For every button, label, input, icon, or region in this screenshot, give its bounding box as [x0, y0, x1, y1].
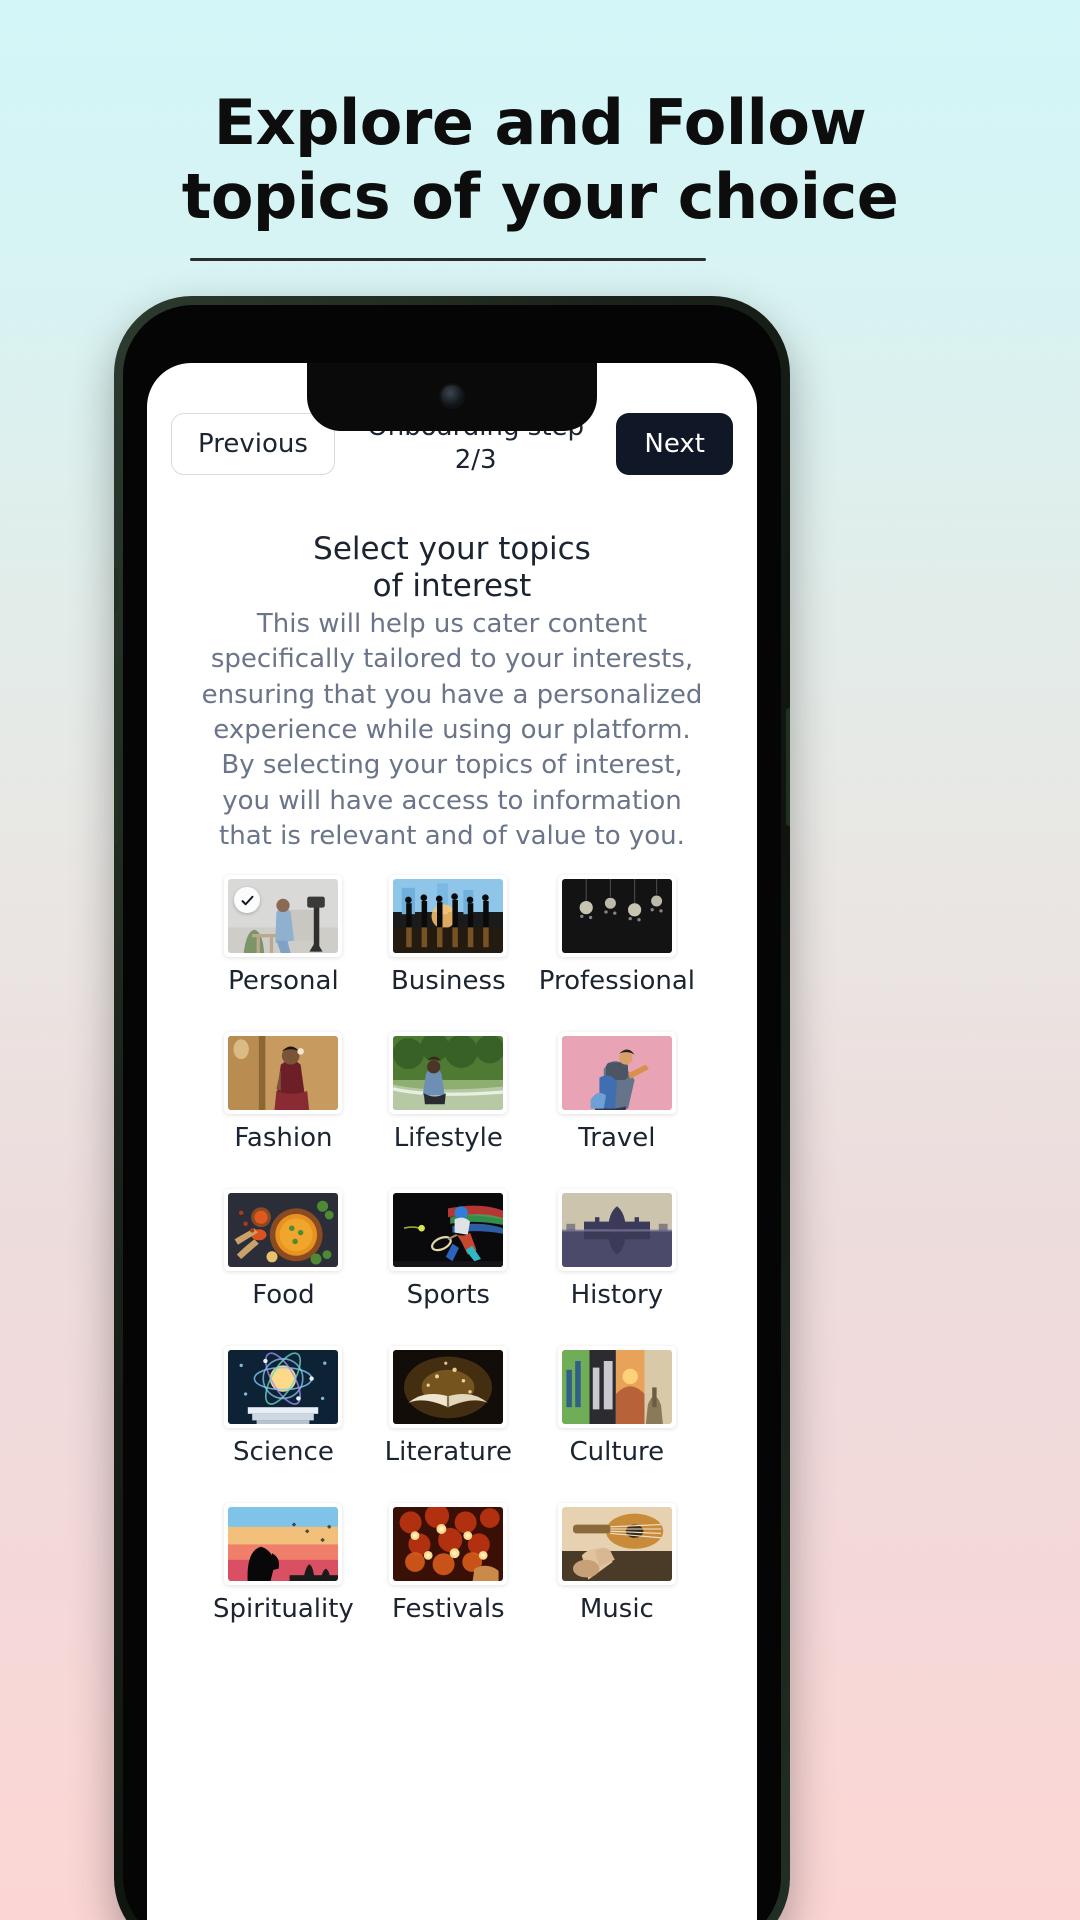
topic-label: History [570, 1280, 664, 1310]
topic-thumbnail-frame[interactable] [557, 875, 676, 957]
topic-image-lifestyle [393, 1036, 504, 1110]
phone-bezel: Previous Onboarding step 2/3 Next Select… [123, 305, 781, 1920]
topic-tile-fashion[interactable]: Fashion [209, 1032, 358, 1153]
topic-label: Lifestyle [393, 1123, 503, 1153]
topic-tile-travel[interactable]: Travel [539, 1032, 695, 1153]
topic-image-culture [561, 1350, 672, 1424]
topic-thumbnail-frame[interactable] [389, 1503, 508, 1585]
description-line-6: you will have access to information [222, 785, 682, 816]
topic-tile-sports[interactable]: Sports [374, 1189, 523, 1310]
phone-volume-down-button [114, 766, 118, 844]
topic-thumbnail-frame[interactable] [224, 1032, 343, 1114]
topic-thumbnail-frame[interactable] [557, 1346, 676, 1428]
topic-thumbnail-frame[interactable] [557, 1032, 676, 1114]
topic-thumbnail-frame[interactable] [557, 1503, 676, 1585]
topic-thumbnail-frame[interactable] [224, 1503, 343, 1585]
topic-tile-professional[interactable]: Professional [539, 875, 695, 996]
next-button[interactable]: Next [616, 412, 733, 475]
previous-button[interactable]: Previous [171, 412, 335, 475]
topic-image-festivals [393, 1507, 504, 1581]
description-line-4: experience while using our platform. [213, 715, 691, 746]
topic-label: Festivals [392, 1594, 505, 1624]
topic-thumbnail-frame[interactable] [224, 875, 343, 957]
topic-label: Sports [406, 1280, 490, 1310]
topic-label: Science [233, 1437, 334, 1467]
front-camera-icon [441, 385, 463, 407]
topic-thumbnail-frame[interactable] [389, 1189, 508, 1271]
section-description: This will help us cater content specific… [147, 607, 757, 855]
topic-image-travel [561, 1036, 672, 1110]
phone-mute-switch [114, 568, 118, 612]
page-title: Explore and Follow topics of your choice [0, 86, 1080, 235]
topic-label: Culture [569, 1437, 665, 1467]
topic-label: Literature [384, 1437, 512, 1467]
section-title-line-1: Select your topics [313, 531, 591, 567]
topic-tile-spirituality[interactable]: Spirituality [209, 1503, 358, 1624]
topic-label: Food [252, 1280, 315, 1310]
topic-tile-personal[interactable]: Personal [209, 875, 358, 996]
phone-mockup: Previous Onboarding step 2/3 Next Select… [114, 296, 790, 1920]
topic-image-science [228, 1350, 339, 1424]
topic-label: Business [390, 966, 506, 996]
description-line-3: ensuring that you have a personalized [201, 679, 703, 710]
topic-image-music [561, 1507, 672, 1581]
topic-image-professional [561, 879, 672, 953]
topic-image-literature [393, 1350, 504, 1424]
topic-image-fashion [228, 1036, 339, 1110]
phone-volume-up-button [114, 662, 118, 740]
topic-label: Professional [538, 966, 695, 996]
topic-thumbnail-frame[interactable] [224, 1346, 343, 1428]
topic-tile-business[interactable]: Business [374, 875, 523, 996]
topic-grid: Personal Business Professional Fashion Lifes… [147, 875, 757, 1624]
topic-tile-food[interactable]: Food [209, 1189, 358, 1310]
phone-screen: Previous Onboarding step 2/3 Next Select… [147, 363, 757, 1920]
topic-thumbnail-frame[interactable] [557, 1189, 676, 1271]
topic-tile-literature[interactable]: Literature [374, 1346, 523, 1467]
topic-label: Spirituality [213, 1594, 354, 1624]
description-line-7: that is relevant and of value to you. [219, 821, 685, 852]
topic-image-history [561, 1193, 672, 1267]
description-line-2: specifically tailored to your interests, [210, 644, 694, 675]
topic-thumbnail-frame[interactable] [389, 875, 508, 957]
topic-tile-music[interactable]: Music [539, 1503, 695, 1624]
description-line-5: By selecting your topics of interest, [221, 750, 683, 781]
topic-tile-science[interactable]: Science [209, 1346, 358, 1467]
title-divider [190, 258, 706, 261]
topic-tile-culture[interactable]: Culture [539, 1346, 695, 1467]
topic-image-business [393, 879, 504, 953]
topic-label: Travel [578, 1123, 656, 1153]
topic-thumbnail-frame[interactable] [389, 1346, 508, 1428]
page-title-line-1: Explore and Follow [213, 86, 867, 159]
topic-image-sports [393, 1193, 504, 1267]
section-title-line-2: of interest [372, 567, 532, 604]
topic-thumbnail-frame[interactable] [389, 1032, 508, 1114]
section-title: Select your topics of interest [147, 531, 757, 604]
step-indicator-line-2: 2/3 [454, 444, 497, 475]
topic-thumbnail-frame[interactable] [224, 1189, 343, 1271]
topic-tile-history[interactable]: History [539, 1189, 695, 1310]
phone-power-button [786, 708, 790, 826]
topic-tile-festivals[interactable]: Festivals [374, 1503, 523, 1624]
topic-image-spirituality [228, 1507, 339, 1581]
topic-tile-lifestyle[interactable]: Lifestyle [374, 1032, 523, 1153]
topic-image-food [228, 1193, 339, 1267]
description-line-1: This will help us cater content [256, 609, 648, 639]
page-title-line-2: topics of your choice [181, 160, 899, 234]
topic-label: Music [579, 1594, 654, 1624]
topic-label: Personal [228, 966, 339, 996]
topic-label: Fashion [234, 1123, 333, 1153]
